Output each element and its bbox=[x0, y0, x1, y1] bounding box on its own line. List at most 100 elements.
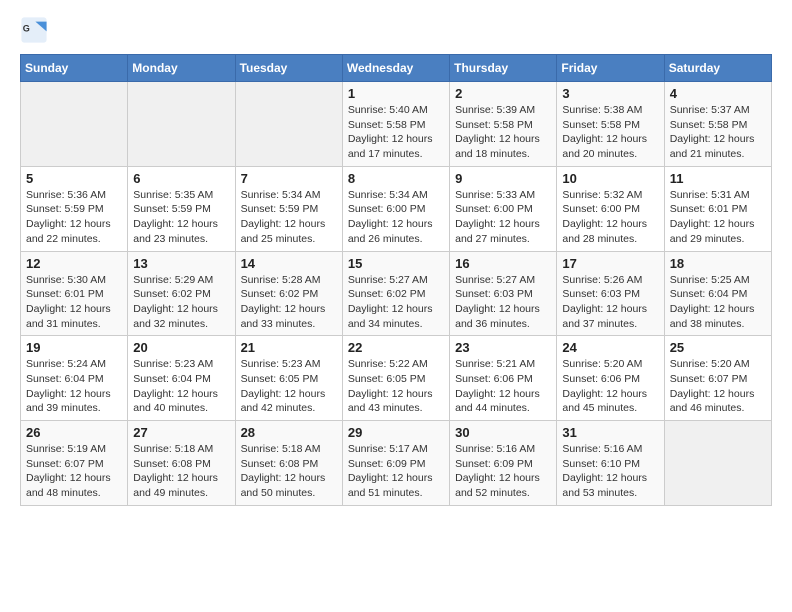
calendar-cell: 10 Sunrise: 5:32 AM Sunset: 6:00 PM Dayli… bbox=[557, 166, 664, 251]
calendar-cell: 11 Sunrise: 5:31 AM Sunset: 6:01 PM Dayli… bbox=[664, 166, 771, 251]
calendar-cell: 15 Sunrise: 5:27 AM Sunset: 6:02 PM Dayli… bbox=[342, 251, 449, 336]
day-info: Sunrise: 5:32 AM Sunset: 6:00 PM Dayligh… bbox=[562, 188, 658, 247]
day-number: 15 bbox=[348, 256, 444, 271]
weekday-header-saturday: Saturday bbox=[664, 55, 771, 82]
day-number: 18 bbox=[670, 256, 766, 271]
calendar-cell: 24 Sunrise: 5:20 AM Sunset: 6:06 PM Dayli… bbox=[557, 336, 664, 421]
day-info: Sunrise: 5:26 AM Sunset: 6:03 PM Dayligh… bbox=[562, 273, 658, 332]
day-number: 25 bbox=[670, 340, 766, 355]
calendar-cell: 27 Sunrise: 5:18 AM Sunset: 6:08 PM Dayli… bbox=[128, 421, 235, 506]
day-info: Sunrise: 5:39 AM Sunset: 5:58 PM Dayligh… bbox=[455, 103, 551, 162]
day-info: Sunrise: 5:20 AM Sunset: 6:07 PM Dayligh… bbox=[670, 357, 766, 416]
day-number: 5 bbox=[26, 171, 122, 186]
calendar-cell: 25 Sunrise: 5:20 AM Sunset: 6:07 PM Dayli… bbox=[664, 336, 771, 421]
day-number: 1 bbox=[348, 86, 444, 101]
day-number: 29 bbox=[348, 425, 444, 440]
day-number: 9 bbox=[455, 171, 551, 186]
day-number: 23 bbox=[455, 340, 551, 355]
day-info: Sunrise: 5:33 AM Sunset: 6:00 PM Dayligh… bbox=[455, 188, 551, 247]
day-info: Sunrise: 5:27 AM Sunset: 6:02 PM Dayligh… bbox=[348, 273, 444, 332]
day-number: 31 bbox=[562, 425, 658, 440]
weekday-header-thursday: Thursday bbox=[450, 55, 557, 82]
calendar-cell: 12 Sunrise: 5:30 AM Sunset: 6:01 PM Dayli… bbox=[21, 251, 128, 336]
day-info: Sunrise: 5:31 AM Sunset: 6:01 PM Dayligh… bbox=[670, 188, 766, 247]
day-info: Sunrise: 5:29 AM Sunset: 6:02 PM Dayligh… bbox=[133, 273, 229, 332]
week-row-4: 26 Sunrise: 5:19 AM Sunset: 6:07 PM Dayli… bbox=[21, 421, 772, 506]
day-info: Sunrise: 5:18 AM Sunset: 6:08 PM Dayligh… bbox=[133, 442, 229, 501]
calendar-cell: 14 Sunrise: 5:28 AM Sunset: 6:02 PM Dayli… bbox=[235, 251, 342, 336]
calendar: SundayMondayTuesdayWednesdayThursdayFrid… bbox=[20, 54, 772, 506]
weekday-header-tuesday: Tuesday bbox=[235, 55, 342, 82]
weekday-header-wednesday: Wednesday bbox=[342, 55, 449, 82]
calendar-cell: 22Sunrise: 5:22 AM Sunset: 6:05 PM Dayli… bbox=[342, 336, 449, 421]
day-number: 4 bbox=[670, 86, 766, 101]
day-info: Sunrise: 5:20 AM Sunset: 6:06 PM Dayligh… bbox=[562, 357, 658, 416]
calendar-cell: 6 Sunrise: 5:35 AM Sunset: 5:59 PM Daylig… bbox=[128, 166, 235, 251]
logo: G bbox=[20, 16, 52, 44]
day-number: 30 bbox=[455, 425, 551, 440]
day-number: 21 bbox=[241, 340, 337, 355]
calendar-cell: 26 Sunrise: 5:19 AM Sunset: 6:07 PM Dayli… bbox=[21, 421, 128, 506]
day-info: Sunrise: 5:21 AM Sunset: 6:06 PM Dayligh… bbox=[455, 357, 551, 416]
day-info: Sunrise: 5:16 AM Sunset: 6:09 PM Dayligh… bbox=[455, 442, 551, 501]
day-number: 19 bbox=[26, 340, 122, 355]
day-number: 12 bbox=[26, 256, 122, 271]
calendar-cell: 19 Sunrise: 5:24 AM Sunset: 6:04 PM Dayli… bbox=[21, 336, 128, 421]
calendar-cell: 1 Sunrise: 5:40 AM Sunset: 5:58 PM Daylig… bbox=[342, 82, 449, 167]
calendar-cell: 8Sunrise: 5:34 AM Sunset: 6:00 PM Daylig… bbox=[342, 166, 449, 251]
calendar-cell: 30 Sunrise: 5:16 AM Sunset: 6:09 PM Dayli… bbox=[450, 421, 557, 506]
calendar-cell: 16 Sunrise: 5:27 AM Sunset: 6:03 PM Dayli… bbox=[450, 251, 557, 336]
day-info: Sunrise: 5:17 AM Sunset: 6:09 PM Dayligh… bbox=[348, 442, 444, 501]
calendar-cell bbox=[235, 82, 342, 167]
calendar-cell bbox=[21, 82, 128, 167]
page: G SundayMondayTuesdayWednesdayThursdayFr… bbox=[0, 0, 792, 526]
calendar-cell: 20 Sunrise: 5:23 AM Sunset: 6:04 PM Dayli… bbox=[128, 336, 235, 421]
day-info: Sunrise: 5:25 AM Sunset: 6:04 PM Dayligh… bbox=[670, 273, 766, 332]
day-info: Sunrise: 5:23 AM Sunset: 6:04 PM Dayligh… bbox=[133, 357, 229, 416]
day-info: Sunrise: 5:38 AM Sunset: 5:58 PM Dayligh… bbox=[562, 103, 658, 162]
week-row-1: 5Sunrise: 5:36 AM Sunset: 5:59 PM Daylig… bbox=[21, 166, 772, 251]
weekday-header-friday: Friday bbox=[557, 55, 664, 82]
logo-icon: G bbox=[20, 16, 48, 44]
header: G bbox=[20, 16, 772, 44]
calendar-cell: 17Sunrise: 5:26 AM Sunset: 6:03 PM Dayli… bbox=[557, 251, 664, 336]
week-row-0: 1 Sunrise: 5:40 AM Sunset: 5:58 PM Daylig… bbox=[21, 82, 772, 167]
day-number: 6 bbox=[133, 171, 229, 186]
day-number: 26 bbox=[26, 425, 122, 440]
day-info: Sunrise: 5:23 AM Sunset: 6:05 PM Dayligh… bbox=[241, 357, 337, 416]
day-number: 11 bbox=[670, 171, 766, 186]
day-number: 13 bbox=[133, 256, 229, 271]
calendar-cell: 7Sunrise: 5:34 AM Sunset: 5:59 PM Daylig… bbox=[235, 166, 342, 251]
day-number: 28 bbox=[241, 425, 337, 440]
day-info: Sunrise: 5:19 AM Sunset: 6:07 PM Dayligh… bbox=[26, 442, 122, 501]
day-info: Sunrise: 5:30 AM Sunset: 6:01 PM Dayligh… bbox=[26, 273, 122, 332]
day-info: Sunrise: 5:35 AM Sunset: 5:59 PM Dayligh… bbox=[133, 188, 229, 247]
day-number: 27 bbox=[133, 425, 229, 440]
day-number: 10 bbox=[562, 171, 658, 186]
calendar-header: SundayMondayTuesdayWednesdayThursdayFrid… bbox=[21, 55, 772, 82]
calendar-cell: 5Sunrise: 5:36 AM Sunset: 5:59 PM Daylig… bbox=[21, 166, 128, 251]
day-number: 20 bbox=[133, 340, 229, 355]
day-info: Sunrise: 5:34 AM Sunset: 5:59 PM Dayligh… bbox=[241, 188, 337, 247]
calendar-cell: 29 Sunrise: 5:17 AM Sunset: 6:09 PM Dayli… bbox=[342, 421, 449, 506]
calendar-cell: 2Sunrise: 5:39 AM Sunset: 5:58 PM Daylig… bbox=[450, 82, 557, 167]
weekday-header-row: SundayMondayTuesdayWednesdayThursdayFrid… bbox=[21, 55, 772, 82]
calendar-cell: 28Sunrise: 5:18 AM Sunset: 6:08 PM Dayli… bbox=[235, 421, 342, 506]
day-info: Sunrise: 5:27 AM Sunset: 6:03 PM Dayligh… bbox=[455, 273, 551, 332]
day-info: Sunrise: 5:37 AM Sunset: 5:58 PM Dayligh… bbox=[670, 103, 766, 162]
day-info: Sunrise: 5:40 AM Sunset: 5:58 PM Dayligh… bbox=[348, 103, 444, 162]
day-number: 16 bbox=[455, 256, 551, 271]
week-row-2: 12 Sunrise: 5:30 AM Sunset: 6:01 PM Dayli… bbox=[21, 251, 772, 336]
calendar-cell bbox=[128, 82, 235, 167]
day-number: 14 bbox=[241, 256, 337, 271]
calendar-cell bbox=[664, 421, 771, 506]
day-info: Sunrise: 5:22 AM Sunset: 6:05 PM Dayligh… bbox=[348, 357, 444, 416]
day-number: 24 bbox=[562, 340, 658, 355]
day-info: Sunrise: 5:24 AM Sunset: 6:04 PM Dayligh… bbox=[26, 357, 122, 416]
calendar-cell: 13 Sunrise: 5:29 AM Sunset: 6:02 PM Dayli… bbox=[128, 251, 235, 336]
day-info: Sunrise: 5:16 AM Sunset: 6:10 PM Dayligh… bbox=[562, 442, 658, 501]
calendar-cell: 21 Sunrise: 5:23 AM Sunset: 6:05 PM Dayli… bbox=[235, 336, 342, 421]
calendar-cell: 18 Sunrise: 5:25 AM Sunset: 6:04 PM Dayli… bbox=[664, 251, 771, 336]
calendar-cell: 4 Sunrise: 5:37 AM Sunset: 5:58 PM Daylig… bbox=[664, 82, 771, 167]
day-info: Sunrise: 5:28 AM Sunset: 6:02 PM Dayligh… bbox=[241, 273, 337, 332]
